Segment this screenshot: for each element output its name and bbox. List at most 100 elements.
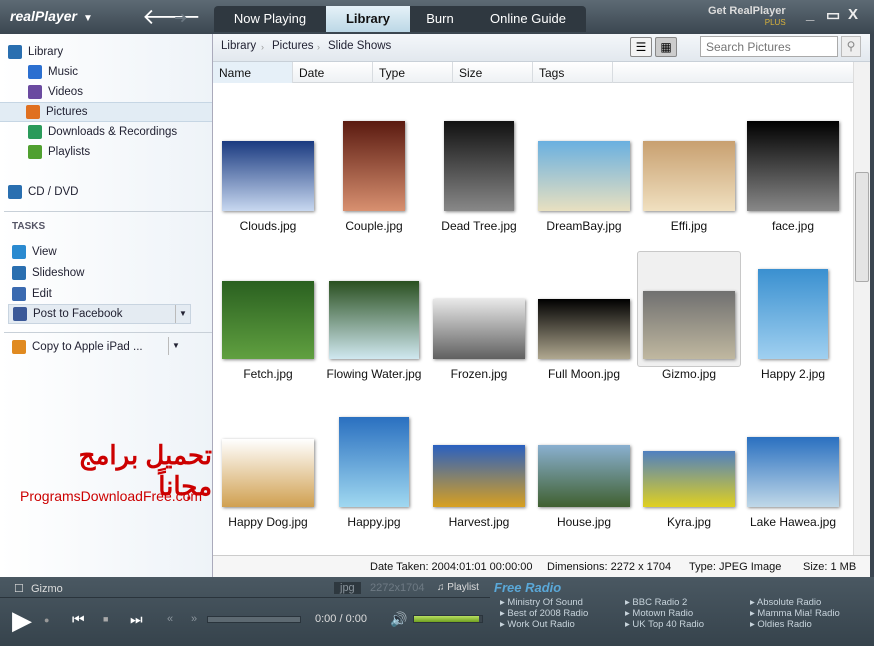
thumbnail-image — [538, 445, 630, 507]
record-button[interactable]: ● — [44, 615, 49, 625]
picture-item[interactable]: Effi.jpg — [629, 119, 749, 237]
minimize-button[interactable]: _ — [806, 6, 814, 23]
plus-label: PLUS — [764, 18, 786, 27]
resolution-label: 2272x1704 — [370, 582, 425, 594]
breadcrumb-slide-shows[interactable]: Slide Shows — [328, 40, 391, 52]
sidebar-item-music[interactable]: Music — [28, 62, 78, 82]
picture-item[interactable]: Happy.jpg — [314, 415, 434, 533]
picture-item[interactable]: House.jpg — [524, 415, 644, 533]
picture-name: Happy Dog.jpg — [228, 515, 308, 529]
chevron-down-icon[interactable]: ▼ — [168, 337, 183, 355]
radio-station-link[interactable]: ▸ Motown Radio — [625, 608, 693, 619]
radio-station-link[interactable]: ▸ Oldies Radio — [750, 619, 812, 630]
task-label: View — [32, 246, 57, 258]
sidebar-item-playlists[interactable]: Playlists — [28, 142, 90, 162]
radio-station-link[interactable]: ▸ Best of 2008 Radio — [500, 608, 588, 619]
picture-name: Frozen.jpg — [450, 367, 508, 381]
sidebar-item-label: Videos — [48, 86, 83, 98]
volume-slider[interactable] — [413, 615, 483, 623]
picture-item[interactable]: Happy Dog.jpg — [208, 415, 328, 533]
sidebar-item-cd-dvd[interactable]: CD / DVD — [8, 182, 78, 202]
tab-burn[interactable]: Burn — [410, 6, 470, 32]
sidebar-item-library[interactable]: Library — [8, 42, 63, 62]
task-edit[interactable]: Edit — [12, 284, 52, 304]
previous-button[interactable]: ⏮ — [72, 611, 85, 628]
list-view-button[interactable]: ☰ — [630, 37, 652, 57]
tab-library[interactable]: Library — [326, 6, 410, 32]
radio-station-link[interactable]: ▸ Absolute Radio — [750, 597, 821, 608]
sidebar-item-videos[interactable]: Videos — [28, 82, 83, 102]
picture-name: Effi.jpg — [670, 219, 708, 233]
next-button[interactable]: ⏭ — [130, 611, 143, 628]
fast-forward-button[interactable]: » — [191, 613, 197, 625]
column-tags[interactable]: Tags — [533, 62, 613, 83]
column-date[interactable]: Date — [293, 62, 373, 83]
breadcrumb-library[interactable]: Library — [221, 40, 256, 52]
scroll-thumb[interactable] — [855, 172, 869, 282]
task-view[interactable]: View — [12, 242, 57, 262]
station-name: Work Out Radio — [507, 619, 575, 630]
get-label: Get RealPlayer — [708, 5, 786, 17]
volume-icon[interactable]: 🔊 — [390, 611, 407, 628]
play-icon — [12, 245, 26, 259]
picture-name: Fetch.jpg — [243, 367, 293, 381]
picture-item[interactable]: Flowing Water.jpg — [314, 267, 434, 385]
picture-item[interactable]: Fetch.jpg — [208, 267, 328, 385]
thumbnail-image — [329, 281, 419, 359]
picture-item[interactable]: DreamBay.jpg — [524, 119, 644, 237]
thumbnail-image — [643, 291, 735, 359]
radio-station-link[interactable]: ▸ Work Out Radio — [500, 619, 575, 630]
task-post-to-facebook[interactable]: Post to Facebook ▼ — [8, 304, 191, 324]
forward-arrow-icon[interactable]: ➜ — [174, 8, 187, 28]
close-button[interactable]: X — [848, 6, 858, 23]
player-bar: ☐ Gizmo jpg 2272x1704 ♫ Playlist ▶ ● ⏮ ■… — [0, 577, 874, 646]
sidebar-item-pictures[interactable]: Pictures — [0, 102, 212, 122]
picture-item[interactable]: Lake Hawea.jpg — [733, 415, 853, 533]
stop-button[interactable]: ■ — [103, 614, 108, 624]
picture-item[interactable]: Frozen.jpg — [419, 267, 539, 385]
column-size[interactable]: Size — [453, 62, 533, 83]
task-copy-to-apple-ipad-[interactable]: Copy to Apple iPad ... ▼ — [8, 337, 183, 357]
picture-item[interactable]: Harvest.jpg — [419, 415, 539, 533]
rewind-button[interactable]: « — [167, 613, 173, 625]
thumbnail-view-button[interactable]: ▦ — [655, 37, 677, 57]
seek-slider[interactable] — [207, 616, 301, 623]
play-button[interactable]: ▶ — [12, 605, 32, 636]
realplayer-menu[interactable]: realPlayer ▼ — [10, 8, 93, 24]
picture-item[interactable]: Happy 2.jpg — [733, 267, 853, 385]
checkbox-icon[interactable]: ☐ — [14, 582, 24, 595]
picture-name: DreamBay.jpg — [546, 219, 622, 233]
breadcrumb-pictures[interactable]: Pictures — [272, 40, 314, 52]
tab-now-playing[interactable]: Now Playing — [214, 6, 326, 32]
thumbnail-image — [643, 451, 735, 507]
picture-name: Dead Tree.jpg — [441, 219, 517, 233]
time-display: 0:00 / 0:00 — [315, 613, 367, 625]
radio-station-link[interactable]: ▸ Ministry Of Sound — [500, 597, 583, 608]
maximize-button[interactable]: ▭ — [826, 6, 840, 24]
picture-item[interactable]: face.jpg — [733, 119, 853, 237]
radio-station-link[interactable]: ▸ Mamma Mia! Radio — [750, 608, 840, 619]
radio-station-link[interactable]: ▸ UK Top 40 Radio — [625, 619, 704, 630]
radio-station-link[interactable]: ▸ BBC Radio 2 — [625, 597, 687, 608]
playlist-button[interactable]: ♫ Playlist — [437, 582, 479, 593]
picture-item[interactable]: Couple.jpg — [314, 119, 434, 237]
picture-item[interactable]: Full Moon.jpg — [524, 267, 644, 385]
get-realplayer-plus[interactable]: Get RealPlayer PLUS — [708, 6, 786, 28]
picture-item[interactable]: Kyra.jpg — [629, 415, 749, 533]
column-name[interactable]: Name — [213, 62, 293, 83]
back-arrow-icon[interactable]: 🡐 — [142, 4, 201, 30]
picture-item[interactable]: Clouds.jpg — [208, 119, 328, 237]
search-icon[interactable]: ⚲ — [841, 36, 861, 57]
search-input[interactable] — [700, 36, 838, 57]
sidebar-item-downloads-recordings[interactable]: Downloads & Recordings — [28, 122, 177, 142]
picture-item[interactable]: Gizmo.jpg — [629, 267, 749, 385]
chevron-down-icon[interactable]: ▼ — [175, 305, 190, 323]
column-type[interactable]: Type — [373, 62, 453, 83]
task-slideshow[interactable]: Slideshow — [12, 263, 84, 283]
tab-online-guide[interactable]: Online Guide — [470, 6, 586, 32]
format-badge: jpg — [334, 582, 361, 594]
picture-item[interactable]: Dead Tree.jpg — [419, 119, 539, 237]
vertical-scrollbar[interactable] — [853, 62, 870, 555]
picture-name: Lake Hawea.jpg — [749, 515, 837, 529]
task-label: Post to Facebook — [33, 308, 123, 320]
